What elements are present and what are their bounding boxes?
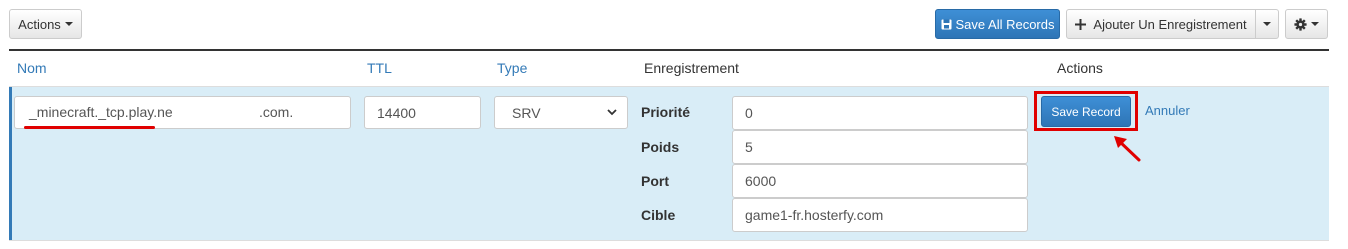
actions-dropdown-label: Actions bbox=[18, 16, 61, 32]
name-input[interactable]: _minecraft._tcp.play.ne .com. bbox=[14, 96, 351, 129]
priority-input-value: 0 bbox=[745, 105, 753, 121]
port-label: Port bbox=[641, 173, 669, 189]
priority-label: Priorité bbox=[641, 104, 691, 120]
add-record-dropdown-toggle[interactable] bbox=[1255, 9, 1279, 39]
floppy-disk-icon bbox=[941, 19, 952, 30]
save-record-label: Save Record bbox=[1051, 104, 1121, 119]
type-select-value: SRV bbox=[512, 104, 541, 121]
pointer-arrow-icon bbox=[1114, 136, 1141, 162]
port-input[interactable]: 6000 bbox=[732, 164, 1028, 198]
redaction-mask bbox=[187, 100, 255, 126]
add-record-button[interactable]: Ajouter Un Enregistrement bbox=[1066, 9, 1256, 39]
name-input-suffix: .com. bbox=[259, 104, 294, 120]
target-label: Cible bbox=[641, 207, 676, 223]
row-bottom-border bbox=[9, 240, 1329, 241]
weight-label: Poids bbox=[641, 139, 680, 155]
plus-icon bbox=[1075, 18, 1087, 30]
header-record: Enregistrement bbox=[644, 60, 739, 76]
save-all-records-label: Save All Records bbox=[955, 16, 1055, 32]
caret-down-icon bbox=[64, 22, 73, 26]
weight-input[interactable]: 5 bbox=[732, 130, 1028, 164]
settings-dropdown-button[interactable] bbox=[1285, 9, 1328, 39]
name-input-value: _minecraft._tcp.play.ne bbox=[29, 104, 173, 120]
actions-dropdown-button[interactable]: Actions bbox=[9, 9, 82, 39]
name-underline-annotation bbox=[24, 126, 155, 129]
add-record-label: Ajouter Un Enregistrement bbox=[1093, 16, 1247, 32]
gear-icon bbox=[1294, 17, 1307, 31]
target-input[interactable]: game1-fr.hosterfy.com bbox=[732, 198, 1028, 232]
header-type[interactable]: Type bbox=[497, 60, 527, 76]
caret-down-icon bbox=[1263, 22, 1271, 26]
table-header-border bbox=[9, 49, 1329, 51]
header-name[interactable]: Nom bbox=[17, 60, 47, 76]
ttl-input[interactable]: 14400 bbox=[364, 96, 481, 129]
ttl-input-value: 14400 bbox=[377, 104, 416, 121]
port-input-value: 6000 bbox=[745, 173, 777, 189]
target-input-value: game1-fr.hosterfy.com bbox=[745, 207, 884, 223]
save-record-button[interactable]: Save Record bbox=[1041, 96, 1131, 127]
priority-input[interactable]: 0 bbox=[732, 96, 1028, 130]
chevron-down-icon bbox=[607, 109, 617, 116]
save-all-records-button[interactable]: Save All Records bbox=[935, 9, 1060, 39]
caret-down-icon bbox=[1311, 22, 1319, 26]
cancel-link[interactable]: Annuler bbox=[1145, 103, 1190, 118]
header-actions: Actions bbox=[1057, 60, 1103, 76]
weight-input-value: 5 bbox=[745, 139, 753, 155]
type-select[interactable]: SRV bbox=[494, 96, 628, 129]
header-ttl[interactable]: TTL bbox=[367, 60, 392, 76]
